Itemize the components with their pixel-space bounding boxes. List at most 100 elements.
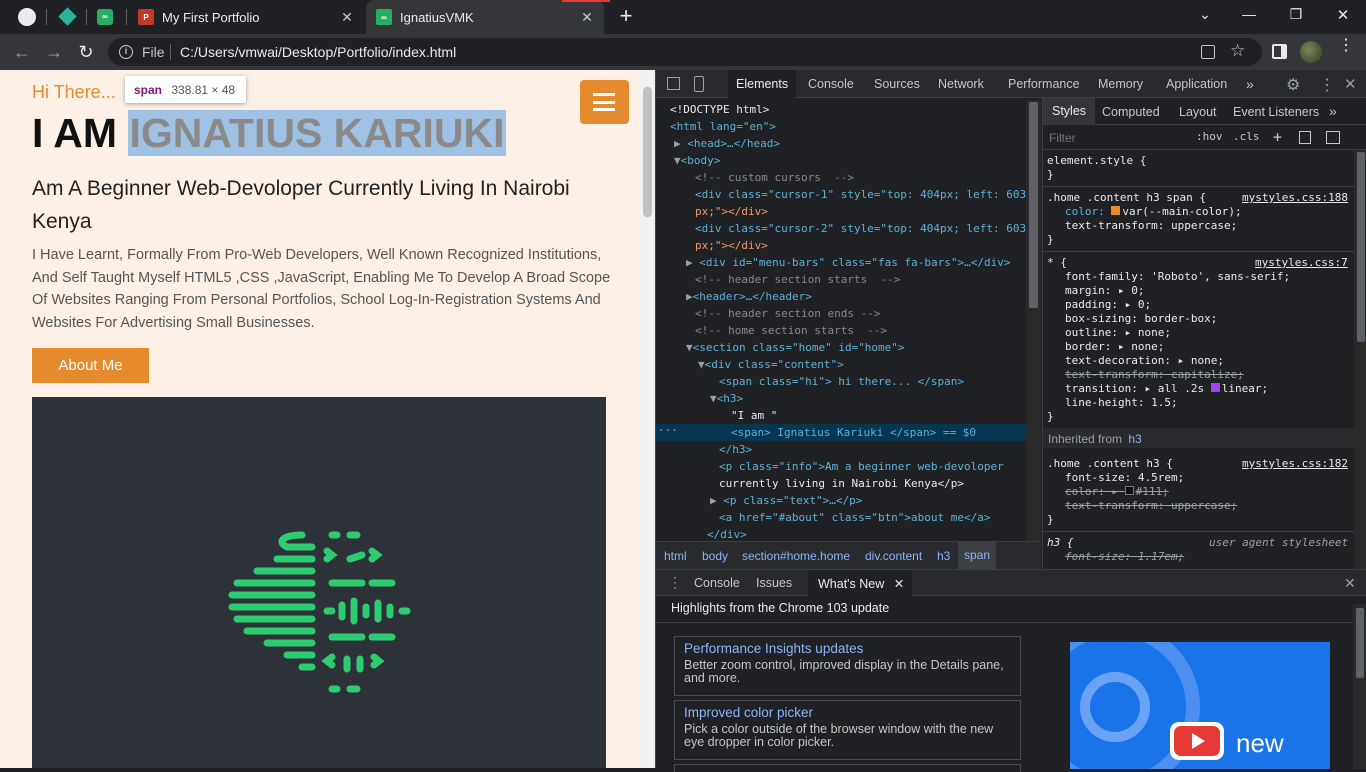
css-property[interactable]: margin: ▸ 0;: [1065, 284, 1144, 298]
css-property[interactable]: transition: ▸ all .2s linear;: [1065, 382, 1268, 396]
dom-node[interactable]: px;"></div>: [695, 237, 768, 254]
dom-node[interactable]: px;"></div>: [695, 203, 768, 220]
css-property-overridden[interactable]: font-size: 1.17em;: [1065, 550, 1184, 564]
rule-selector[interactable]: .home .content h3 {: [1047, 457, 1173, 471]
dom-node[interactable]: <!DOCTYPE html>: [670, 101, 769, 118]
dom-node[interactable]: <p class="info">Am a beginner web-devolo…: [719, 458, 1004, 475]
tab-my-first-portfolio[interactable]: P My First Portfolio ✕: [128, 0, 364, 34]
dom-node[interactable]: ▼<body>: [674, 152, 720, 169]
dom-node[interactable]: <div class="cursor-1" style="top: 404px;…: [695, 186, 1026, 203]
close-icon[interactable]: ✕: [580, 10, 594, 24]
dom-text-node[interactable]: "I am ": [731, 407, 777, 424]
close-devtools-icon[interactable]: ✕: [1344, 75, 1357, 93]
dom-node[interactable]: ▼<div class="content">: [698, 356, 844, 373]
scrollbar-thumb[interactable]: [643, 87, 652, 217]
new-tab-button[interactable]: +: [616, 4, 636, 28]
kebab-menu-icon[interactable]: ⋮: [1338, 38, 1354, 54]
breadcrumb-div[interactable]: div.content: [865, 549, 922, 563]
dom-node[interactable]: </div>: [707, 526, 747, 541]
rule-source-link[interactable]: mystyles.css:7: [1255, 256, 1348, 270]
scrollbar-thumb[interactable]: [1029, 102, 1038, 308]
bookmark-star-icon[interactable]: ☆: [1230, 41, 1245, 61]
dom-node[interactable]: ▶ <p class="text">…</p>: [710, 492, 862, 509]
nd-icon[interactable]: ∞: [97, 9, 113, 25]
minimize-button[interactable]: —: [1240, 6, 1258, 26]
restore-button[interactable]: ❐: [1287, 6, 1305, 26]
reload-icon[interactable]: ↻: [76, 42, 96, 62]
dom-node[interactable]: ▼<section class="home" id="home">: [686, 339, 905, 356]
element-style-rule[interactable]: element.style {: [1047, 154, 1146, 168]
dom-comment[interactable]: <!-- home section starts -->: [695, 322, 887, 339]
whats-new-card[interactable]: Performance Insights updates Better zoom…: [674, 636, 1021, 696]
forward-icon[interactable]: →: [44, 42, 64, 62]
tab-elements[interactable]: Elements: [728, 70, 797, 98]
tab-search-icon[interactable]: ⌄: [1196, 6, 1214, 26]
close-window-button[interactable]: ✕: [1334, 6, 1352, 26]
about-me-button[interactable]: About Me: [32, 348, 149, 383]
diamond-icon[interactable]: [58, 7, 77, 26]
menu-bars-button[interactable]: [580, 80, 629, 124]
rule-source-link[interactable]: mystyles.css:188: [1242, 191, 1348, 205]
tab-layout[interactable]: Layout: [1179, 105, 1217, 119]
drawer-menu-icon[interactable]: ⋮: [668, 574, 682, 591]
scrollbar-thumb[interactable]: [1357, 152, 1365, 342]
dom-comment[interactable]: <!-- header section starts -->: [695, 271, 900, 288]
sidebar-toggle-icon[interactable]: [1326, 131, 1340, 144]
dom-node[interactable]: <html lang="en">: [670, 118, 776, 135]
dom-node[interactable]: <div class="cursor-2" style="top: 404px;…: [695, 220, 1026, 237]
drawer-tab-whats-new[interactable]: What's New ✕: [808, 570, 913, 596]
selected-node-row[interactable]: ··· <span> Ignatius Kariuki </span> == $…: [656, 424, 1026, 441]
styles-filter-input[interactable]: [1046, 129, 1184, 147]
address-bar[interactable]: i File C:/Users/vmwai/Desktop/Portfolio/…: [108, 38, 1262, 66]
dom-node[interactable]: <a href="#about" class="btn">about me</a…: [719, 509, 991, 526]
css-property[interactable]: box-sizing: border-box;: [1065, 312, 1217, 326]
card-title[interactable]: Improved color picker: [684, 705, 1011, 720]
hov-toggle[interactable]: :hov: [1196, 130, 1223, 143]
rule-selector[interactable]: h3 {: [1047, 536, 1074, 550]
more-tabs-icon[interactable]: »: [1329, 103, 1337, 119]
tab-memory[interactable]: Memory: [1098, 70, 1143, 98]
selected-dom-node[interactable]: <span> Ignatius Kariuki </span> == $0: [731, 424, 976, 441]
dom-node[interactable]: ▶<header>…</header>: [686, 288, 812, 305]
rule-selector[interactable]: .home .content h3 span {: [1047, 191, 1206, 205]
github-icon[interactable]: [18, 8, 36, 26]
styles-scrollbar[interactable]: [1354, 150, 1366, 569]
color-swatch-icon[interactable]: [1124, 486, 1134, 495]
dom-node[interactable]: </h3>: [719, 441, 752, 458]
settings-gear-icon[interactable]: ⚙: [1286, 75, 1300, 95]
css-property[interactable]: outline: ▸ none;: [1065, 326, 1171, 340]
share-icon[interactable]: [1201, 45, 1215, 59]
tab-console[interactable]: Console: [808, 70, 854, 98]
page-scrollbar[interactable]: [640, 70, 655, 768]
cls-toggle[interactable]: .cls: [1233, 130, 1260, 143]
devtools-menu-icon[interactable]: ⋮: [1319, 75, 1335, 95]
back-icon[interactable]: ←: [12, 42, 32, 62]
tab-network[interactable]: Network: [938, 70, 984, 98]
breadcrumb-html[interactable]: html: [664, 549, 687, 563]
tab-styles[interactable]: Styles: [1043, 98, 1096, 125]
new-rule-icon[interactable]: +: [1273, 128, 1282, 146]
info-icon[interactable]: i: [119, 45, 133, 59]
tab-ignatiusvmk[interactable]: ∞ IgnatiusVMK ✕: [366, 0, 604, 34]
dom-node[interactable]: <span class="hi"> hi there... </span>: [719, 373, 964, 390]
tab-event-listeners[interactable]: Event Listeners: [1233, 105, 1319, 119]
drawer-tab-issues[interactable]: Issues: [756, 576, 792, 590]
css-property-overridden[interactable]: text-transform: uppercase;: [1065, 499, 1237, 513]
css-property-overridden[interactable]: color: ▸ #111;: [1065, 485, 1169, 499]
close-drawer-icon[interactable]: ✕: [1344, 575, 1356, 592]
css-property[interactable]: color: var(--main-color);: [1065, 205, 1242, 219]
close-icon[interactable]: ✕: [340, 10, 354, 24]
whats-new-card[interactable]: [674, 764, 1021, 772]
inspect-icon[interactable]: [667, 77, 680, 90]
dom-node[interactable]: ▶ <div id="menu-bars" class="fas fa-bars…: [686, 254, 1011, 271]
dom-node[interactable]: currently living in Nairobi Kenya</p>: [719, 475, 964, 492]
card-title[interactable]: Performance Insights updates: [684, 641, 1011, 656]
css-property[interactable]: border: ▸ none;: [1065, 340, 1164, 354]
drawer-scrollbar[interactable]: [1353, 604, 1366, 769]
dom-comment[interactable]: <!-- header section ends -->: [695, 305, 880, 322]
device-toolbar-icon[interactable]: [694, 76, 704, 92]
breadcrumb-section[interactable]: section#home.home: [742, 549, 850, 563]
dom-node[interactable]: ▶ <head>…</head>: [674, 135, 780, 152]
more-tabs-icon[interactable]: »: [1246, 70, 1254, 98]
css-property[interactable]: font-size: 4.5rem;: [1065, 471, 1184, 485]
